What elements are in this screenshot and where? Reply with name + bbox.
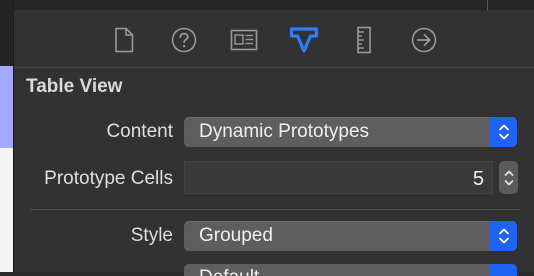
content-popup[interactable]: Dynamic Prototypes bbox=[184, 117, 517, 147]
section-divider bbox=[30, 209, 520, 210]
popup-arrows-icon bbox=[490, 221, 517, 251]
connections-icon bbox=[411, 27, 437, 53]
content-label: Content bbox=[106, 121, 173, 142]
section-title: Table View bbox=[26, 76, 123, 97]
ruler-icon bbox=[357, 26, 371, 54]
tab-connections-inspector[interactable] bbox=[409, 25, 439, 55]
style-label: Style bbox=[130, 225, 173, 246]
tab-quick-help[interactable] bbox=[169, 25, 199, 55]
attributes-icon bbox=[289, 27, 319, 53]
file-icon bbox=[115, 27, 134, 53]
popup-arrows-icon bbox=[490, 117, 517, 147]
help-icon bbox=[171, 27, 197, 53]
tab-attributes-inspector[interactable] bbox=[289, 25, 319, 55]
tab-file-inspector[interactable] bbox=[109, 25, 139, 55]
toolbar-separator bbox=[487, 0, 488, 10]
editor-selection-highlight bbox=[0, 66, 14, 148]
tab-identity-inspector[interactable] bbox=[229, 25, 259, 55]
editor-strip-header bbox=[0, 0, 14, 66]
content-popup-value: Dynamic Prototypes bbox=[199, 121, 370, 142]
identity-icon bbox=[230, 29, 258, 51]
inspector-tab-bar bbox=[14, 10, 534, 68]
editor-canvas-strip bbox=[0, 0, 14, 272]
style-popup[interactable]: Grouped bbox=[184, 221, 517, 251]
popup-arrows-icon bbox=[490, 264, 517, 276]
prototype-cells-value: 5 bbox=[472, 168, 484, 190]
tab-size-inspector[interactable] bbox=[349, 25, 379, 55]
prototype-cells-stepper[interactable] bbox=[499, 161, 518, 194]
window-toolbar-edge bbox=[14, 0, 534, 10]
stepper-arrows-icon bbox=[504, 170, 513, 185]
separator-popup[interactable]: Default bbox=[184, 264, 517, 276]
prototype-cells-field[interactable]: 5 bbox=[184, 161, 493, 194]
style-popup-value: Grouped bbox=[199, 225, 273, 246]
prototype-cells-label: Prototype Cells bbox=[44, 168, 173, 189]
